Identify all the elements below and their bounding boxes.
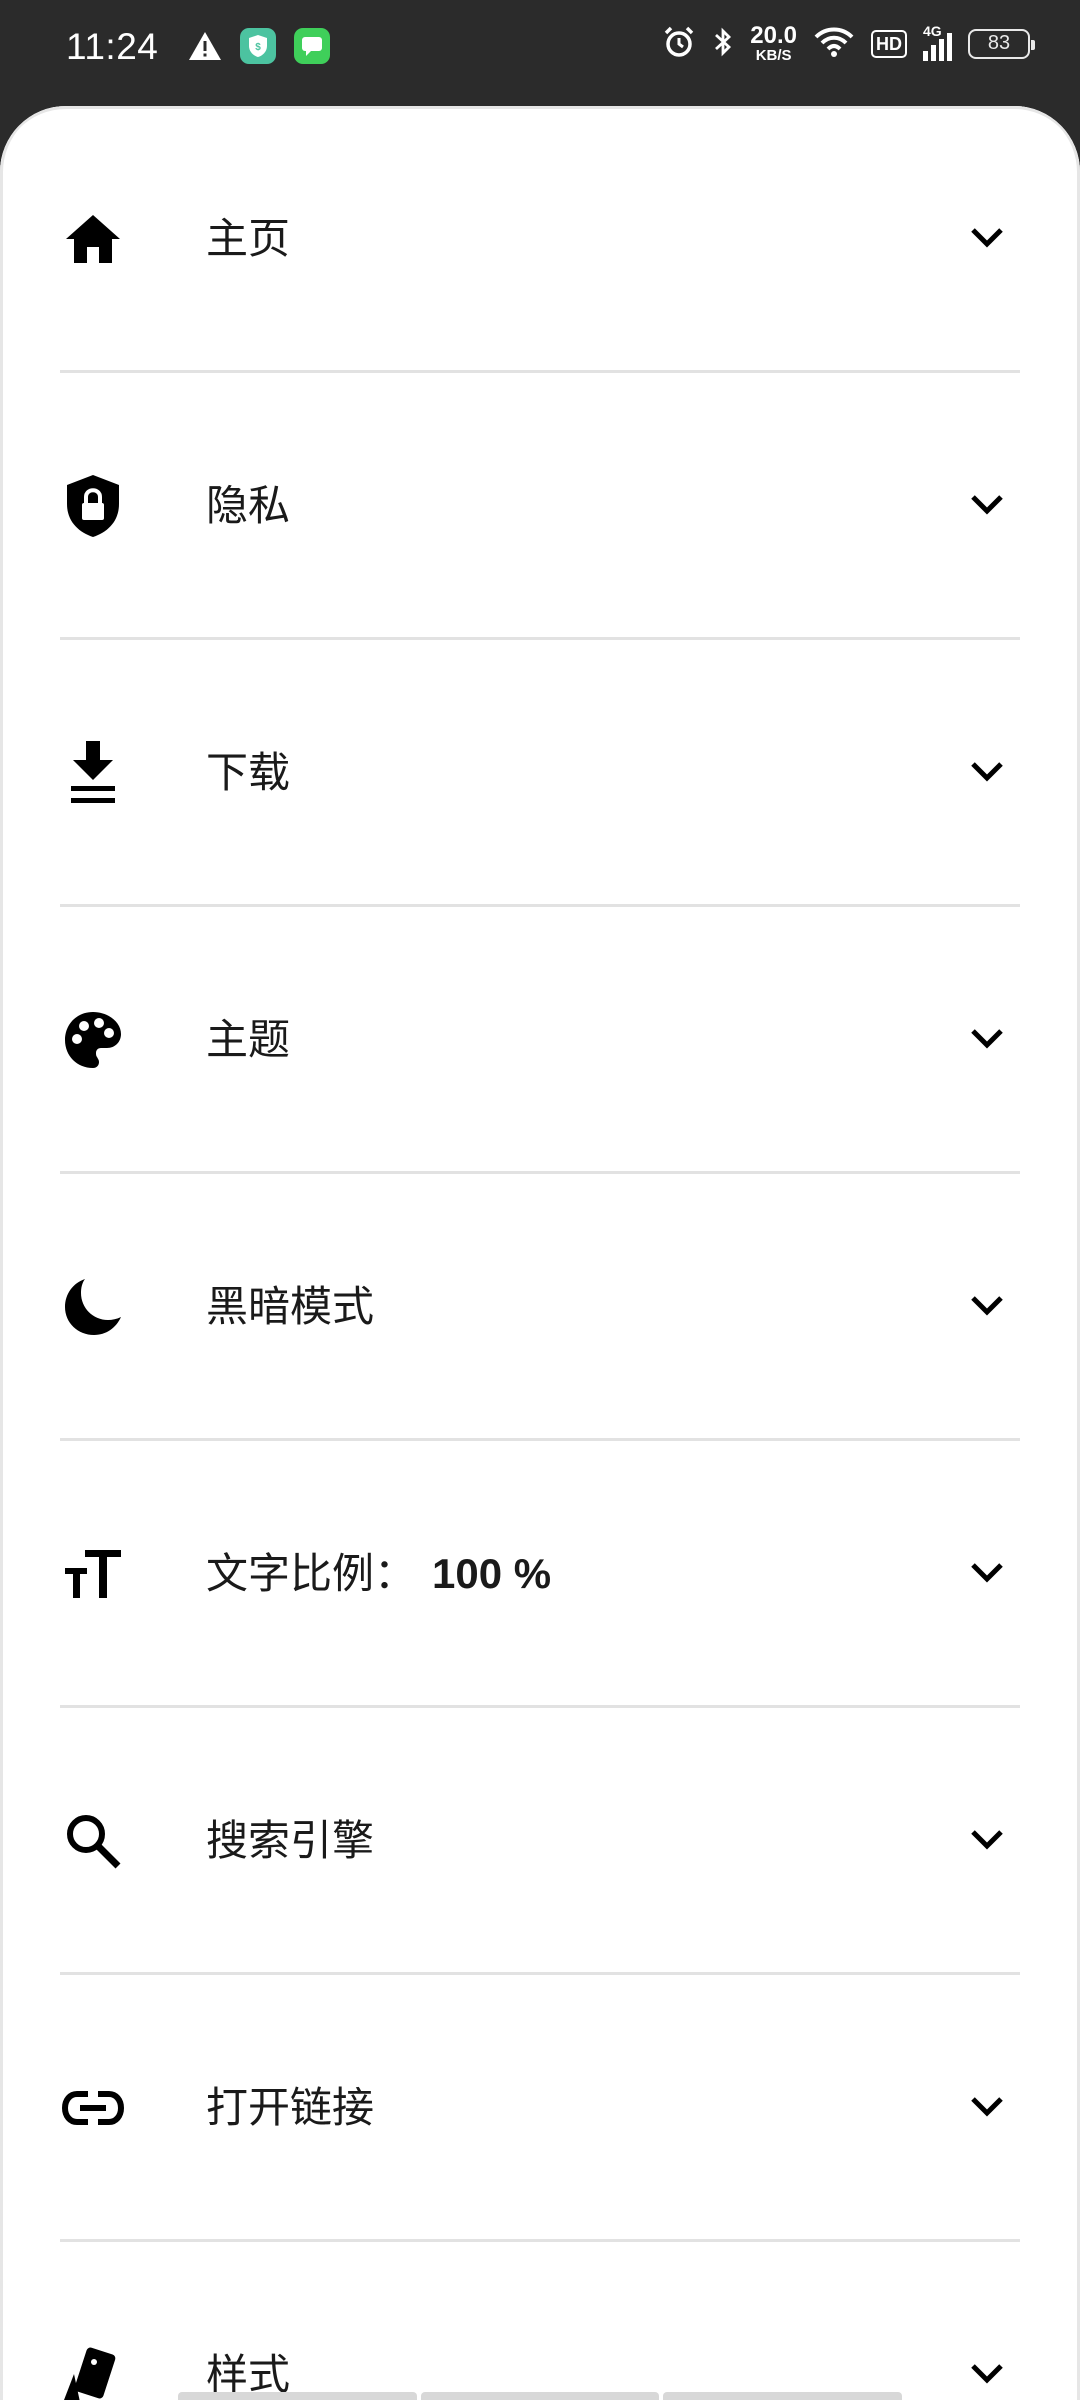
text-scale-label: 文字比例： <box>206 1549 417 1598</box>
setting-row-text-scale[interactable]: 文字比例： 100 % <box>60 1441 1020 1708</box>
setting-label: 隐私 <box>206 481 291 530</box>
shield-lock-icon <box>62 475 124 537</box>
gesture-bar <box>178 2392 903 2400</box>
system-status-icons: 20.0 KB/S HD 4G 83 <box>662 22 1035 64</box>
chevron-down-icon[interactable] <box>968 2354 1006 2392</box>
settings-sheet: 主页 隐私 下载 主题 黑暗模式 文字比例： 100 % 搜索引擎 打开链接 样… <box>0 106 1080 2400</box>
battery-indicator: 83 <box>968 28 1035 59</box>
chevron-down-icon[interactable] <box>968 485 1006 523</box>
alarm-icon <box>662 25 696 63</box>
moon-icon <box>62 1276 124 1338</box>
svg-text:$: $ <box>255 42 261 53</box>
security-app-icon: $ <box>240 28 276 68</box>
setting-label: 文字比例： 100 % <box>206 1549 551 1599</box>
setting-row-theme[interactable]: 主题 <box>60 907 1020 1174</box>
chevron-down-icon[interactable] <box>968 1286 1006 1324</box>
setting-row-style[interactable]: 样式 <box>60 2242 1020 2400</box>
setting-label: 打开链接 <box>206 2083 375 2132</box>
setting-label: 黑暗模式 <box>206 1282 375 1331</box>
setting-row-privacy[interactable]: 隐私 <box>60 373 1020 640</box>
messages-app-icon <box>294 28 330 68</box>
setting-row-home[interactable]: 主页 <box>60 106 1020 373</box>
setting-row-open-links[interactable]: 打开链接 <box>60 1975 1020 2242</box>
text-scale-value: 100 % <box>432 1550 552 1597</box>
hd-voice-badge: HD <box>871 29 907 58</box>
link-icon <box>62 2077 124 2139</box>
cellular-signal-icon: 4G <box>923 23 952 61</box>
palette-icon <box>62 1009 124 1071</box>
warning-icon <box>188 31 222 65</box>
download-icon <box>62 741 124 804</box>
network-speed: 20.0 KB/S <box>750 22 797 64</box>
setting-label: 主题 <box>206 1015 291 1064</box>
bluetooth-icon <box>712 25 734 63</box>
search-icon <box>62 1810 124 1872</box>
chevron-down-icon[interactable] <box>968 1019 1006 1057</box>
setting-row-search-engine[interactable]: 搜索引擎 <box>60 1708 1020 1975</box>
chevron-down-icon[interactable] <box>968 2087 1006 2125</box>
setting-label: 搜索引擎 <box>206 1816 375 1865</box>
clock: 11:24 <box>66 26 159 67</box>
chevron-down-icon[interactable] <box>968 218 1006 256</box>
chevron-down-icon[interactable] <box>968 1820 1006 1858</box>
status-bar: 11:24 $ 20.0 KB/S HD 4G 83 <box>0 0 1080 100</box>
text-size-icon <box>62 1543 124 1605</box>
setting-label: 主页 <box>206 214 291 263</box>
setting-label: 下载 <box>206 748 291 797</box>
wifi-icon <box>813 25 855 63</box>
notification-icons: $ <box>188 28 330 68</box>
chevron-down-icon[interactable] <box>968 752 1006 790</box>
chevron-down-icon[interactable] <box>968 1553 1006 1591</box>
setting-row-dark-mode[interactable]: 黑暗模式 <box>60 1174 1020 1441</box>
home-icon <box>62 208 124 270</box>
style-cards-icon <box>62 2344 124 2400</box>
setting-row-download[interactable]: 下载 <box>60 640 1020 907</box>
